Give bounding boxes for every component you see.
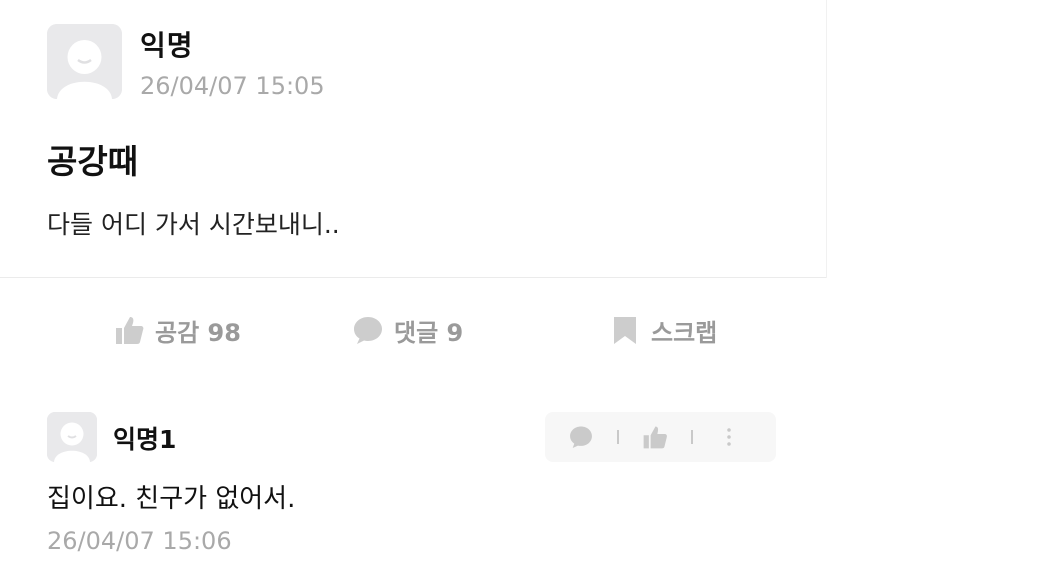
- post: 익명 26/04/07 15:05 공강때 다들 어디 가서 시간보내니..: [0, 0, 827, 278]
- thumbs-up-icon: [113, 314, 145, 346]
- like-count: 공감 98: [155, 318, 241, 347]
- comment-author: 익명1: [113, 425, 177, 454]
- bookmark-icon: [609, 314, 641, 346]
- comment-button[interactable]: 댓글 9: [352, 312, 463, 348]
- post-author: 익명: [140, 29, 194, 62]
- post-body: 다들 어디 가서 시간보내니..: [47, 210, 340, 239]
- comment-body: 집이요. 친구가 없어서.: [47, 484, 296, 514]
- post-date: 26/04/07 15:05: [140, 72, 325, 100]
- comment-count: 댓글 9: [394, 318, 464, 347]
- scrap-button[interactable]: 스크랩: [609, 312, 717, 348]
- default-avatar-icon: [47, 24, 122, 99]
- thumbs-up-icon[interactable]: [640, 422, 670, 452]
- scrap-label: 스크랩: [651, 318, 718, 347]
- more-vertical-icon[interactable]: [714, 422, 744, 452]
- reply-icon[interactable]: [566, 422, 596, 452]
- tool-separator: [691, 430, 693, 444]
- tool-separator: [617, 430, 619, 444]
- default-avatar-icon: [47, 412, 97, 462]
- like-button[interactable]: 공감 98: [113, 312, 241, 348]
- post-actions: 공감 98 댓글 9 스크랩: [0, 278, 826, 362]
- post-title: 공강때: [47, 142, 139, 181]
- comment-tools: [545, 412, 776, 462]
- comment-date: 26/04/07 15:06: [47, 527, 232, 555]
- speech-bubble-icon: [352, 314, 384, 346]
